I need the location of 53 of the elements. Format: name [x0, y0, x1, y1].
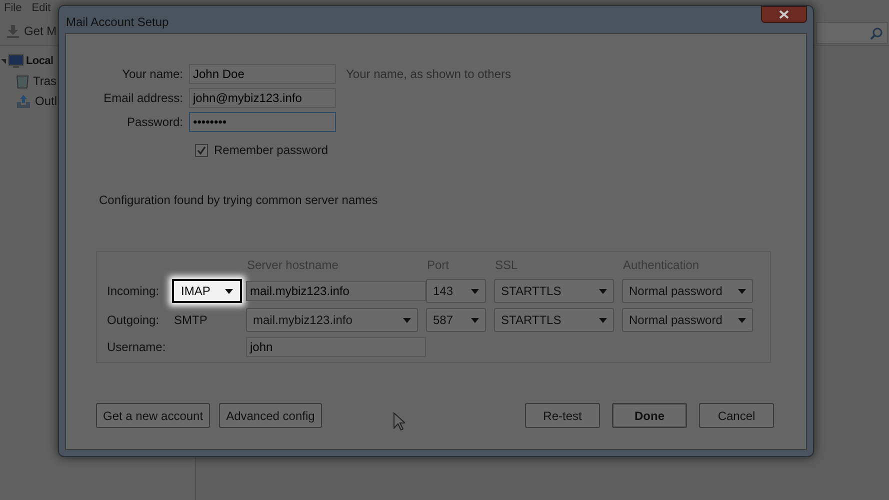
row-label: Incoming: — [107, 283, 160, 300]
caret-icon — [225, 288, 233, 294]
input-field[interactable]: John Doe — [189, 64, 336, 84]
dialog-button[interactable]: Get a new account — [96, 403, 210, 428]
dropdown[interactable]: 587 — [426, 308, 486, 332]
dropdown[interactable]: Normal password — [622, 308, 753, 332]
dropdown[interactable]: STARTTLS — [494, 308, 614, 332]
input-field[interactable]: mail.mybiz123.info — [246, 281, 426, 301]
window-title: Mail Account Setup — [65, 14, 169, 31]
caret-icon — [738, 318, 746, 322]
folder-label[interactable]: Tras — [33, 72, 57, 90]
search-field[interactable] — [816, 22, 888, 44]
folder-label[interactable]: Outl — [35, 92, 58, 110]
dropdown[interactable]: STARTTLS — [494, 279, 614, 303]
input-field[interactable]: john — [246, 337, 426, 357]
dropdown[interactable]: 143 — [426, 279, 486, 303]
field-label: Password: — [126, 114, 183, 131]
mouse-cursor-icon — [393, 412, 405, 431]
caret-icon — [471, 318, 479, 322]
outbox-icon — [16, 94, 31, 108]
menu-item[interactable]: Edit — [32, 0, 51, 16]
caret-icon — [599, 288, 607, 294]
menu-item[interactable]: File — [4, 0, 22, 16]
field-label: Your name: — [121, 66, 183, 83]
trash-icon — [16, 74, 29, 88]
status-text: Configuration found by trying common server names — [99, 192, 379, 209]
row-label: Username: — [107, 339, 167, 356]
get-messages-button[interactable]: Get M — [6, 22, 57, 40]
dropdown[interactable]: IMAP — [172, 279, 242, 303]
protocol-label: SMTP — [173, 312, 208, 327]
search-icon — [870, 26, 883, 40]
field-label: Email address: — [102, 90, 183, 107]
caret-icon — [738, 288, 746, 294]
hint-text: Your name, as shown to others — [345, 66, 512, 83]
caret-icon — [471, 288, 479, 294]
dialog-button[interactable]: Cancel — [699, 403, 774, 428]
download-icon — [6, 24, 20, 38]
caret-icon — [403, 318, 411, 322]
dropdown[interactable]: Normal password — [622, 279, 753, 303]
folder-label[interactable]: Local — [26, 52, 54, 70]
row-label: Outgoing: — [107, 312, 160, 329]
checkbox-label[interactable]: Remember password — [214, 141, 328, 159]
close-icon — [779, 10, 789, 19]
dialog-button[interactable]: Re-test — [525, 403, 600, 428]
input-field[interactable]: john@mybiz123.info — [189, 88, 336, 108]
dropdown[interactable]: mail.mybiz123.info — [246, 308, 418, 332]
caret-icon — [599, 318, 607, 322]
computer-icon — [8, 54, 24, 68]
input-field[interactable]: •••••••• — [189, 112, 336, 132]
close-button[interactable] — [761, 6, 807, 23]
checkbox[interactable] — [195, 144, 208, 156]
dialog-button[interactable]: Done — [612, 403, 687, 428]
dialog-button[interactable]: Advanced config — [219, 403, 322, 428]
